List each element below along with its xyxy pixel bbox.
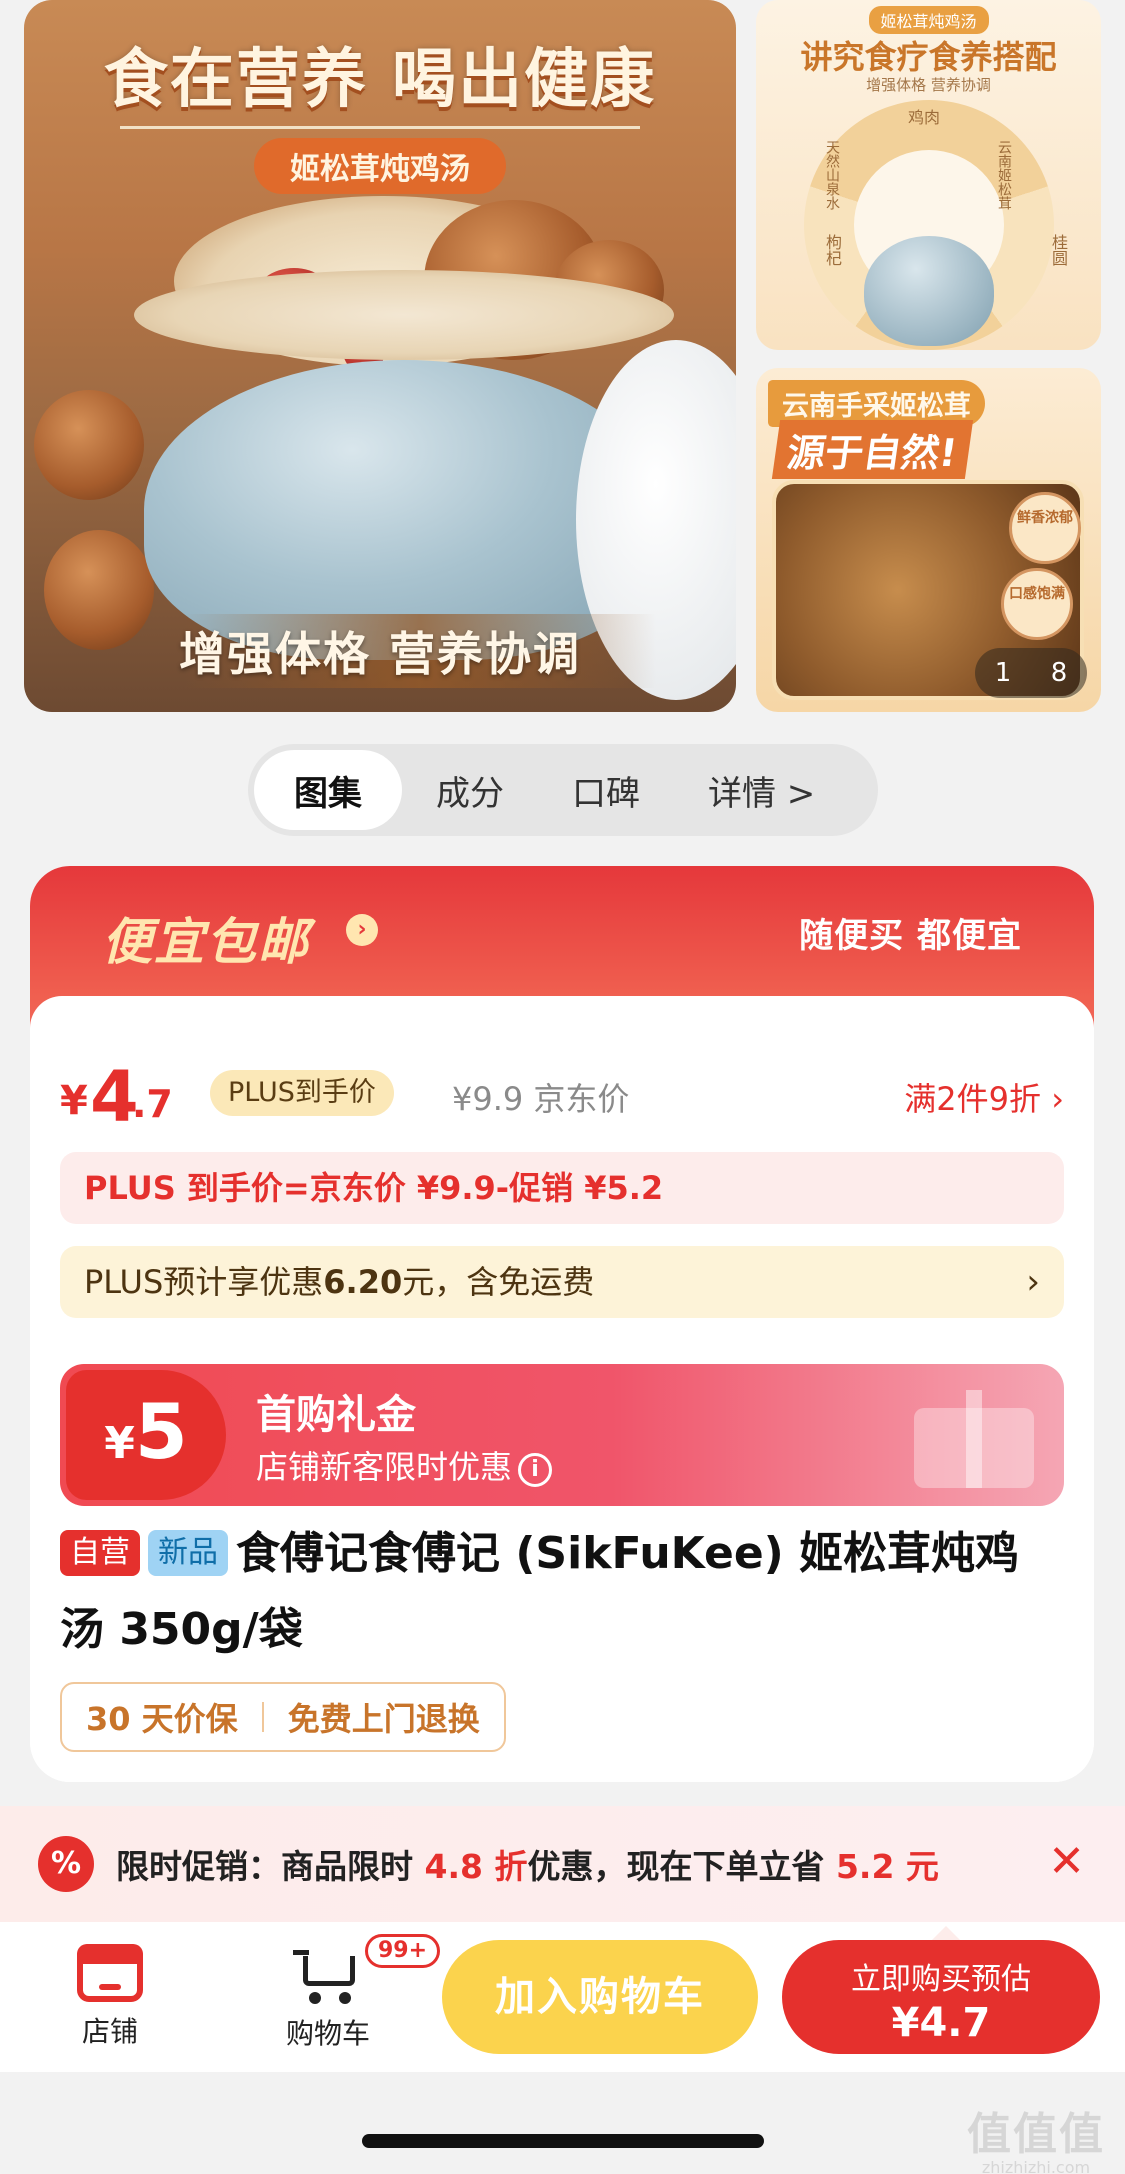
cart-button[interactable]: 99+ 购物车	[268, 1934, 441, 2052]
self-operated-badge: 自营	[60, 1530, 140, 1576]
close-icon[interactable]: ✕	[1048, 1836, 1085, 1887]
bowl-rim-illustration	[134, 270, 674, 360]
tab-reviews[interactable]: 口碑	[538, 750, 674, 830]
promo-prefix: 限时促销：商品限时	[116, 1847, 425, 1886]
image-divider	[120, 126, 640, 129]
site-watermark: 值值值 zhizhizhi.com	[961, 2098, 1111, 2174]
gallery-main-image[interactable]: 食在营养 喝出健康 姬松茸炖鸡汤 增强体格 营养协调	[24, 0, 736, 712]
price-formula: PLUS 到手价=京东价 ¥9.9-促销 ¥5.2	[60, 1152, 1064, 1224]
coupon-description-text: 店铺新客限时优惠	[256, 1448, 513, 1486]
plus-estimate-suffix: 元，含免运费	[402, 1263, 595, 1301]
image-counter: 1 8	[975, 648, 1087, 698]
plus-estimate-amount: 6.20	[323, 1263, 403, 1301]
buy-now-price: ¥4.7	[891, 2000, 991, 2046]
price-currency: ¥	[60, 1078, 88, 1124]
free-return: 免费上门退换	[287, 1700, 480, 1738]
plus-estimate-prefix: PLUS预计享优惠	[84, 1263, 324, 1301]
seal-badge: 口感饱满	[1001, 568, 1073, 640]
service-guarantees[interactable]: 30 天价保 免费上门退换	[60, 1682, 506, 1752]
plus-price-badge: PLUS到手价	[210, 1070, 394, 1116]
store-icon	[77, 1944, 143, 2002]
promo-card-body: ¥ 4 .7 PLUS到手价 ¥9.9 京东价 满2件9折 › PLUS 到手价…	[30, 996, 1094, 1782]
gallery-thumb-2[interactable]: 云南手采姬松茸 源于自然! 鲜香浓郁 口感饱满 1 8	[756, 368, 1101, 712]
thumb-title: 讲究食疗食养搭配	[800, 38, 1057, 76]
watermark-logo: 值值值	[967, 2109, 1105, 2160]
watermark-url: zhizhizhi.com	[981, 2158, 1091, 2174]
tab-gallery[interactable]: 图集	[254, 750, 402, 830]
tab-ingredients[interactable]: 成分	[402, 750, 538, 830]
price-decimal: .7	[132, 1082, 173, 1126]
promo-middle: 优惠，现在下单立省	[527, 1847, 836, 1886]
seal-badge: 鲜香浓郁	[1009, 492, 1081, 564]
product-title-row: 自营 新品 食傅记食傅记 (SikFuKee) 姬松茸炖鸡汤 350g/袋	[60, 1516, 1054, 1668]
first-purchase-coupon[interactable]: ¥ 5 首购礼金 店铺新客限时优惠 i	[60, 1364, 1064, 1506]
tab-details[interactable]: 详情 >	[674, 750, 849, 830]
new-product-badge: 新品	[148, 1530, 228, 1576]
cart-label: 购物车	[285, 2017, 370, 2050]
ring-label: 桂圆	[1049, 234, 1068, 266]
chevron-right-icon: ›	[1026, 1262, 1040, 1302]
cart-icon: 99+	[293, 1934, 441, 2004]
product-gallery[interactable]: 食在营养 喝出健康 姬松茸炖鸡汤 增强体格 营养协调 姬松茸炖鸡汤 讲究食疗食养…	[0, 0, 1125, 720]
price-protection: 30 天价保	[86, 1700, 238, 1738]
coupon-description: 店铺新客限时优惠 i	[256, 1442, 553, 1488]
promo-slogan: 随便买 都便宜	[799, 916, 1022, 956]
ring-label: 云南姬松茸	[996, 140, 1012, 210]
store-button[interactable]: 店铺	[50, 1944, 170, 2050]
image-headline: 食在营养 喝出健康	[103, 43, 657, 117]
coupon-value: 5	[134, 1387, 188, 1476]
promo-text: 限时促销：商品限时 4.8 折优惠，现在下单立省 5.2 元	[116, 1840, 939, 1888]
counter-total: 8	[1050, 658, 1068, 688]
thumb-big-text: 源于自然!	[771, 420, 974, 479]
ring-label: 天然山泉水	[824, 140, 840, 210]
counter-current: 1	[994, 658, 1012, 688]
ring-label: 枸杞	[823, 234, 842, 266]
mushroom-illustration	[34, 390, 144, 500]
bowl-illustration	[863, 236, 994, 346]
promo-brand: 便宜包邮	[102, 913, 310, 971]
store-label: 店铺	[81, 2015, 138, 2048]
plus-estimate-row[interactable]: PLUS预计享优惠6.20元，含免运费 ›	[60, 1246, 1064, 1318]
image-bottom-text: 增强体格 营养协调	[178, 627, 581, 681]
limited-promo-bar: % 限时促销：商品限时 4.8 折优惠，现在下单立省 5.2 元 ✕	[0, 1806, 1125, 1922]
image-pill: 姬松茸炖鸡汤	[254, 138, 506, 194]
jd-price: ¥9.9 京东价	[452, 1080, 630, 1118]
promo-saving: 5.2 元	[835, 1847, 939, 1886]
percent-icon: %	[38, 1836, 94, 1892]
thumb-tag: 姬松茸炖鸡汤	[868, 6, 989, 34]
ring-label: 鸡肉	[908, 108, 941, 127]
thumb-subtitle: 增强体格 营养协调	[866, 76, 991, 94]
bottom-action-bar: 店铺 99+ 购物车 加入购物车 立即购买预估 ¥4.7	[0, 1922, 1125, 2072]
add-to-cart-button[interactable]: 加入购物车	[442, 1940, 758, 2054]
price-row: ¥ 4 .7 PLUS到手价 ¥9.9 京东价 满2件9折 ›	[60, 1056, 1064, 1138]
coupon-title: 首购礼金	[256, 1392, 416, 1438]
gift-icon	[914, 1390, 1034, 1488]
content-tabs: 图集 成分 口碑 详情 >	[248, 744, 878, 836]
gallery-thumb-1[interactable]: 姬松茸炖鸡汤 讲究食疗食养搭配 增强体格 营养协调 鸡肉 云南姬松茸 桂圆 枸杞…	[756, 0, 1101, 350]
coupon-currency: ¥	[104, 1418, 135, 1469]
promo-discount: 4.8 折	[424, 1847, 528, 1886]
chevron-right-icon: ›	[346, 914, 378, 946]
info-icon[interactable]: i	[518, 1453, 553, 1487]
buy-now-button[interactable]: 立即购买预估 ¥4.7	[782, 1926, 1100, 2054]
cart-count-badge: 99+	[365, 1934, 441, 1968]
divider	[261, 1702, 264, 1732]
promo-card: 便宜包邮 › 随便买 都便宜 ¥ 4 .7 PLUS到手价 ¥9.9 京东价 满…	[30, 866, 1094, 1782]
coupon-amount: ¥ 5	[66, 1370, 226, 1500]
buy-now-label: 立即购买预估	[851, 1962, 1031, 1997]
home-indicator[interactable]	[362, 2134, 764, 2148]
multi-buy-discount-link[interactable]: 满2件9折 ›	[904, 1074, 1064, 1120]
